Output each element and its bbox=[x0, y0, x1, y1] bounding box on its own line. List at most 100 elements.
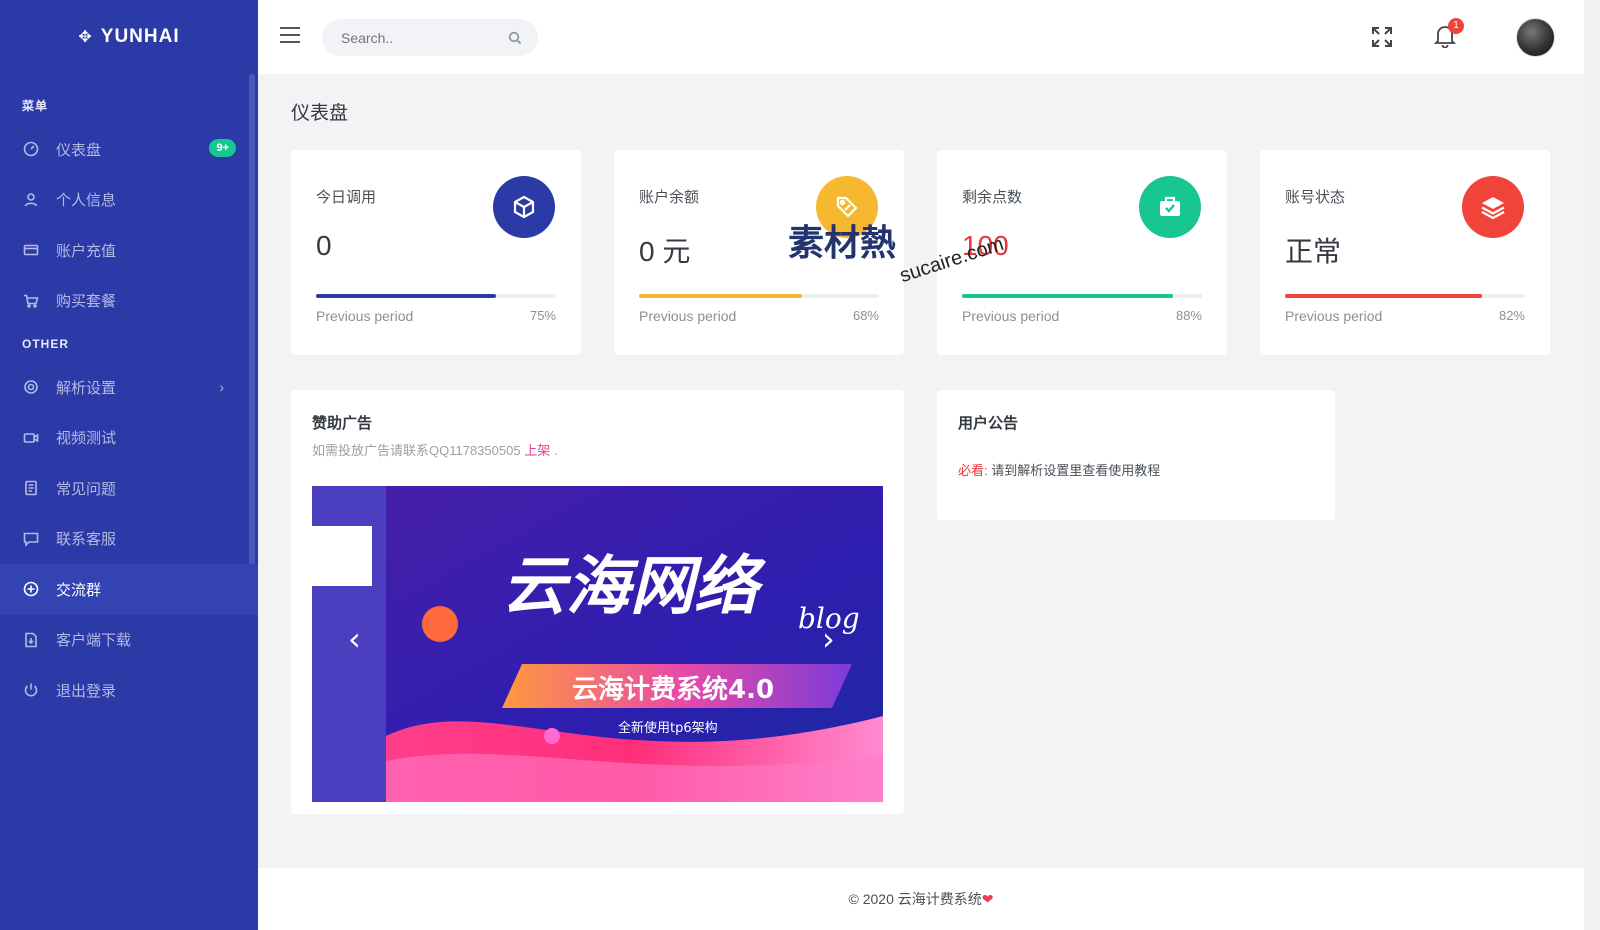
search-box[interactable] bbox=[322, 19, 538, 56]
sidebar-section-other: OTHER bbox=[22, 337, 69, 351]
sidebar-item-faq[interactable]: 常见问题 bbox=[0, 463, 258, 514]
sidebar-item-label: 视频测试 bbox=[56, 430, 117, 448]
search-icon[interactable] bbox=[508, 31, 522, 45]
stat-progress-fill bbox=[962, 294, 1174, 298]
sponsor-ad-card: 赞助广告 如需投放广告请联系QQ1178350505 上架 . 云海网络 blo… bbox=[291, 390, 904, 814]
watermark-cn: 素材熱 bbox=[788, 222, 897, 263]
chat-icon bbox=[22, 530, 40, 548]
sidebar-item-label: 购买套餐 bbox=[56, 293, 117, 311]
stat-progress-fill bbox=[1285, 294, 1482, 298]
chevron-right-icon: › bbox=[219, 379, 224, 396]
settings-icon bbox=[22, 378, 40, 396]
fullscreen-icon[interactable] bbox=[1371, 26, 1393, 48]
sidebar-item-label: 退出登录 bbox=[56, 682, 117, 700]
sidebar-item-group[interactable]: 交流群 bbox=[0, 564, 258, 615]
card-title: 用户公告 bbox=[958, 415, 1019, 432]
banner-caption: 全新使用tp6架构 bbox=[618, 720, 718, 736]
notice-prefix: 必看: bbox=[958, 463, 988, 478]
sidebar-item-label: 客户端下载 bbox=[56, 632, 132, 650]
sidebar-section-menu: 菜单 bbox=[22, 99, 49, 113]
sidebar-item-profile[interactable]: 个人信息 bbox=[0, 175, 258, 226]
stat-percent: 88% bbox=[1175, 308, 1202, 323]
carousel-next-icon[interactable]: › bbox=[822, 620, 835, 658]
stat-progress-fill bbox=[639, 294, 803, 298]
sidebar-item-label: 账户充值 bbox=[56, 242, 117, 260]
notice-text: 必看: 请到解析设置里查看使用教程 bbox=[958, 460, 1160, 479]
banner-headline: 云海网络 bbox=[502, 550, 766, 624]
stat-label: 剩余点数 bbox=[962, 189, 1023, 206]
avatar[interactable] bbox=[1516, 18, 1555, 57]
sidebar-item-client-download[interactable]: 客户端下载 bbox=[0, 615, 258, 666]
stat-progress-track bbox=[316, 294, 556, 298]
stat-progress-track bbox=[962, 294, 1202, 298]
ad-contact-text: 如需投放广告请联系QQ1178350505 bbox=[312, 443, 521, 458]
stat-value: 正常 bbox=[1285, 236, 1342, 267]
sidebar-item-label: 常见问题 bbox=[56, 480, 117, 498]
sidebar-item-parse-settings[interactable]: 解析设置 › bbox=[0, 362, 258, 413]
stat-value: 0 元 bbox=[639, 236, 691, 267]
sidebar-item-label: 联系客服 bbox=[56, 531, 117, 549]
stat-previous-period: Previous period bbox=[316, 308, 414, 324]
stat-percent: 75% bbox=[529, 308, 556, 323]
layers-icon bbox=[1462, 176, 1524, 238]
stat-label: 账号状态 bbox=[1285, 189, 1346, 206]
ad-banner-carousel[interactable]: 云海网络 blog 云海计费系统4.0 全新使用tp6架构 ‹ › bbox=[312, 486, 883, 802]
briefcase-check-icon bbox=[1139, 176, 1201, 238]
page-title: 仪表盘 bbox=[291, 103, 349, 124]
search-input[interactable] bbox=[341, 29, 501, 46]
ad-subtitle: 如需投放广告请联系QQ1178350505 上架 . bbox=[312, 440, 557, 459]
download-file-icon bbox=[22, 631, 40, 649]
banner-artwork: 云海网络 blog 云海计费系统4.0 全新使用tp6架构 ‹ › bbox=[312, 486, 883, 802]
sidebar-item-buy-plan[interactable]: 购买套餐 bbox=[0, 276, 258, 327]
cart-icon bbox=[22, 292, 40, 310]
stat-previous-period: Previous period bbox=[1285, 308, 1383, 324]
carousel-prev-icon[interactable]: ‹ bbox=[348, 620, 361, 658]
watermark: 素材熱 sucaire.com bbox=[788, 214, 1006, 287]
move-arrows-icon: ✥ bbox=[78, 29, 93, 46]
footer: © 2020 云海计费系统❤ bbox=[258, 868, 1584, 930]
ad-tail: . bbox=[553, 443, 558, 458]
sidebar-item-dashboard[interactable]: 仪表盘 9+ bbox=[0, 124, 258, 175]
hamburger-menu-icon[interactable] bbox=[280, 27, 300, 47]
ad-list-link[interactable]: 上架 bbox=[524, 443, 550, 458]
banner-ribbon-text: 云海计费系统4.0 bbox=[572, 674, 774, 705]
stat-previous-period: Previous period bbox=[639, 308, 737, 324]
notice-body: 请到解析设置里查看使用教程 bbox=[991, 463, 1161, 478]
page-scrollbar[interactable] bbox=[1584, 0, 1600, 930]
sidebar: ✥ YUNHAI 菜单 仪表盘 9+ 个人信息 账户充值 购买套餐 OTHER … bbox=[0, 0, 258, 930]
stat-progress-fill bbox=[316, 294, 496, 298]
footer-copyright: © 2020 云海计费系统 bbox=[848, 891, 982, 907]
document-icon bbox=[22, 479, 40, 497]
card-title: 赞助广告 bbox=[312, 415, 373, 432]
stat-value: 0 bbox=[316, 230, 332, 261]
cube-icon bbox=[493, 176, 555, 238]
topbar: 1 bbox=[258, 0, 1584, 74]
user-notice-card: 用户公告 必看: 请到解析设置里查看使用教程 bbox=[937, 390, 1335, 520]
power-icon bbox=[22, 681, 40, 699]
user-icon bbox=[22, 191, 40, 209]
brand-name: YUNHAI bbox=[100, 26, 180, 47]
sidebar-item-label: 个人信息 bbox=[56, 192, 117, 210]
sidebar-item-label: 交流群 bbox=[56, 581, 102, 599]
sidebar-item-support[interactable]: 联系客服 bbox=[0, 514, 258, 565]
stat-previous-period: Previous period bbox=[962, 308, 1060, 324]
brand-logo[interactable]: ✥ YUNHAI bbox=[0, 0, 258, 74]
sidebar-item-label: 仪表盘 bbox=[56, 141, 102, 159]
stat-card-today-calls: 今日调用 0 Previous period 75% bbox=[291, 150, 581, 355]
stat-card-account-status: 账号状态 正常 Previous period 82% bbox=[1260, 150, 1550, 355]
sidebar-item-logout[interactable]: 退出登录 bbox=[0, 665, 258, 716]
heart-icon: ❤ bbox=[981, 891, 994, 907]
notification-count-badge: 1 bbox=[1448, 18, 1464, 34]
sidebar-item-video-test[interactable]: 视频测试 bbox=[0, 413, 258, 464]
notification-badge: 9+ bbox=[209, 139, 236, 157]
main-content: 仪表盘 今日调用 0 Previous period 75% 账户余额 0 元 … bbox=[258, 74, 1584, 854]
stat-label: 今日调用 bbox=[316, 189, 377, 206]
sidebar-item-recharge[interactable]: 账户充值 bbox=[0, 225, 258, 276]
plus-circle-icon bbox=[22, 580, 40, 598]
sidebar-item-label: 解析设置 bbox=[56, 379, 117, 397]
stat-percent: 68% bbox=[852, 308, 879, 323]
stat-progress-track bbox=[639, 294, 879, 298]
stat-label: 账户余额 bbox=[639, 189, 700, 206]
stat-progress-track bbox=[1285, 294, 1525, 298]
stat-percent: 82% bbox=[1498, 308, 1525, 323]
